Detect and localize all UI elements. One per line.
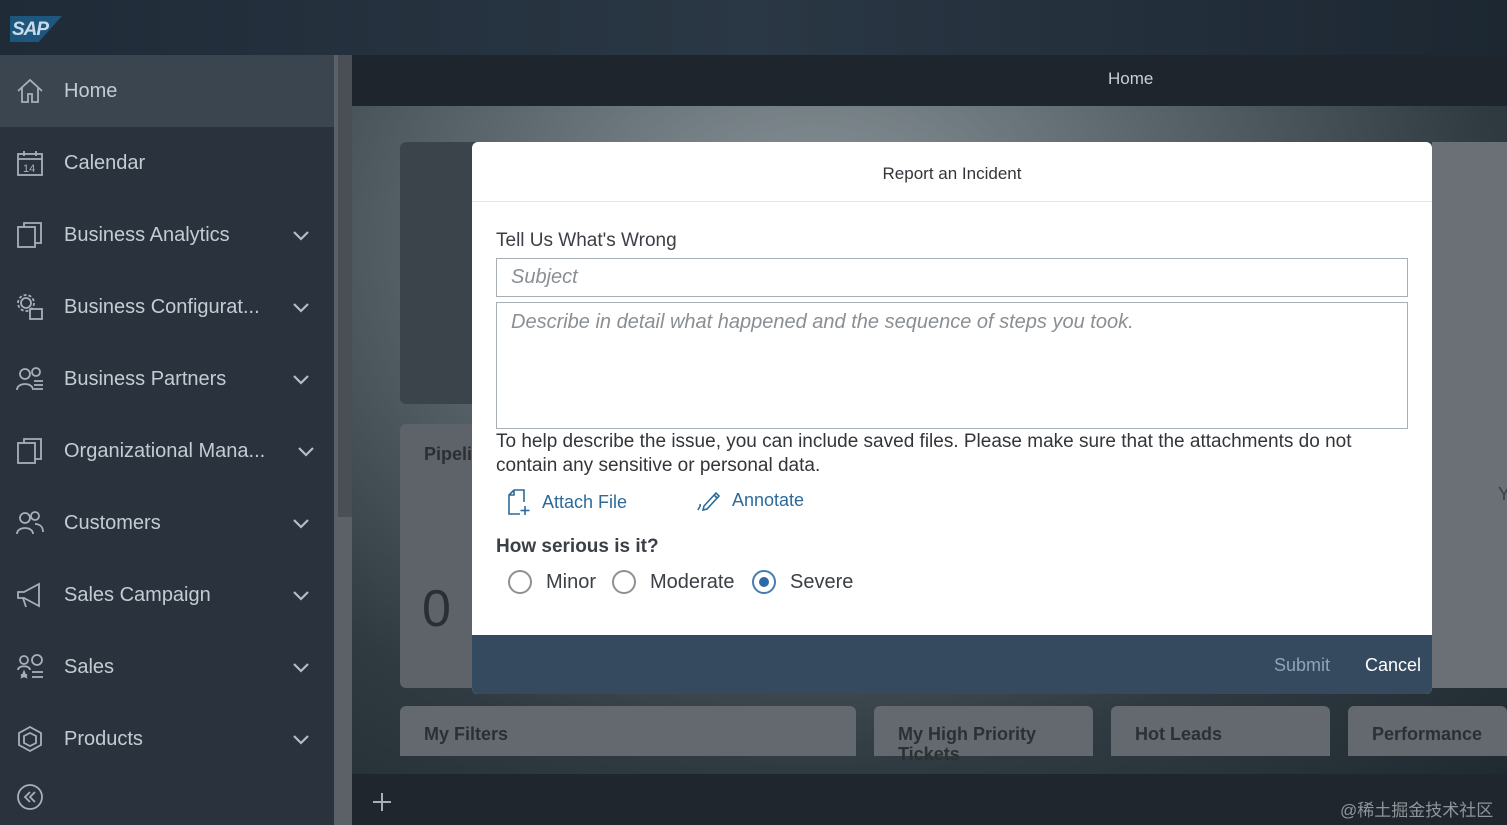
- sidebar-item-label: Sales Campaign: [64, 583, 211, 606]
- annotate-label: Annotate: [732, 489, 805, 510]
- report-incident-dialog: Report an Incident Tell Us What's Wrong …: [472, 142, 1432, 694]
- card-value: 0: [422, 580, 451, 638]
- sidebar: Home 14 Calendar Business Analytics Busi…: [0, 55, 334, 825]
- svg-text:14: 14: [23, 163, 35, 175]
- sales-icon: [15, 652, 45, 682]
- sidebar-item-calendar[interactable]: 14 Calendar: [0, 127, 334, 199]
- chevron-down-icon[interactable]: [295, 440, 317, 462]
- sidebar-item-label: Organizational Mana...: [64, 439, 266, 462]
- sidebar-item-business-analytics[interactable]: Business Analytics: [0, 199, 334, 271]
- sidebar-scrollbar[interactable]: [334, 55, 352, 825]
- sidebar-item-label: Business Configurat...: [64, 295, 260, 318]
- dialog-footer: Submit Cancel: [472, 635, 1432, 694]
- sidebar-item-sales-campaign[interactable]: Sales Campaign: [0, 559, 334, 631]
- sidebar-item-home[interactable]: Home: [0, 55, 334, 127]
- radio-label: Severe: [790, 570, 854, 593]
- chevron-down-icon[interactable]: [290, 368, 312, 390]
- cancel-button[interactable]: Cancel: [1365, 655, 1421, 676]
- severity-radio-minor[interactable]: Minor: [508, 570, 596, 594]
- sidebar-item-label: Home: [64, 79, 118, 102]
- add-icon[interactable]: [370, 790, 394, 814]
- radio-circle[interactable]: [508, 570, 532, 594]
- tile-performance[interactable]: Performance: [1348, 706, 1507, 756]
- sidebar-item-label: Customers: [64, 511, 161, 534]
- watermark: @稀土掘金技术社区: [1340, 801, 1494, 820]
- chevron-down-icon[interactable]: [290, 512, 312, 534]
- scrollbar-thumb[interactable]: [338, 55, 352, 517]
- radio-circle-selected[interactable]: [752, 570, 776, 594]
- dialog-title: Report an Incident: [882, 164, 1022, 183]
- settings-group-icon: [15, 292, 45, 322]
- sidebar-item-label: Products: [64, 727, 143, 750]
- annotate-link[interactable]: Annotate: [696, 488, 804, 512]
- sidebar-item-label: Sales: [64, 655, 115, 678]
- sidebar-item-customers[interactable]: Customers: [0, 487, 334, 559]
- megaphone-icon: [15, 580, 45, 610]
- tile-title: Performance: [1372, 724, 1483, 744]
- right-card: Y: [1432, 142, 1507, 688]
- submit-button[interactable]: Submit: [1274, 655, 1330, 676]
- customers-icon: [15, 508, 45, 538]
- severity-radio-severe[interactable]: Severe: [752, 570, 853, 594]
- copy-icon: [15, 220, 45, 250]
- severity-label: How serious is it?: [496, 536, 659, 557]
- tile-title: My Filters: [424, 724, 509, 744]
- sap-logo[interactable]: SAP: [10, 16, 62, 42]
- sidebar-item-business-partners[interactable]: Business Partners: [0, 343, 334, 415]
- shell-header: [352, 55, 1507, 106]
- sidebar-item-products[interactable]: Products: [0, 703, 334, 775]
- attach-file-icon: [508, 489, 530, 515]
- description-textarea[interactable]: [496, 302, 1408, 429]
- tile-title: Hot Leads: [1135, 724, 1223, 744]
- partners-icon: [15, 364, 45, 394]
- dialog-header: Report an Incident: [472, 142, 1432, 202]
- radio-label: Moderate: [650, 570, 735, 593]
- sidebar-item-label: Business Partners: [64, 367, 227, 390]
- sidebar-item-business-configuration[interactable]: Business Configurat...: [0, 271, 334, 343]
- chevron-down-icon[interactable]: [290, 656, 312, 678]
- calendar-icon: 14: [15, 148, 45, 178]
- help-text: To help describe the issue, you can incl…: [496, 431, 1352, 476]
- field-label: Tell Us What's Wrong: [496, 230, 677, 251]
- sidebar-item-sales[interactable]: Sales: [0, 631, 334, 703]
- card-title: Pipeli: [424, 444, 473, 464]
- radio-circle[interactable]: [612, 570, 636, 594]
- sidebar-item-label: Calendar: [64, 151, 146, 174]
- pencil-icon: [697, 491, 721, 512]
- tile-title: My High Priority Tickets: [898, 724, 1037, 764]
- tile-high-priority-tickets[interactable]: My High Priority Tickets: [874, 706, 1093, 764]
- attach-file-link[interactable]: Attach File: [506, 488, 627, 516]
- severity-radio-moderate[interactable]: Moderate: [612, 570, 735, 594]
- product-icon: [15, 724, 45, 754]
- subject-input[interactable]: [496, 258, 1408, 297]
- sidebar-item-organizational-management[interactable]: Organizational Mana...: [0, 415, 334, 487]
- logo-text: SAP: [12, 19, 49, 40]
- bottom-bar: [352, 774, 1507, 825]
- top-bar: SAP: [0, 0, 1507, 55]
- chevron-down-icon[interactable]: [290, 584, 312, 606]
- card-fragment: Y: [1498, 484, 1507, 504]
- home-icon: [15, 76, 45, 106]
- copy-icon: [15, 436, 45, 466]
- tile-my-filters[interactable]: My Filters: [400, 706, 856, 756]
- radio-label: Minor: [546, 570, 597, 593]
- chevron-down-icon[interactable]: [290, 224, 312, 246]
- sidebar-item-label: Business Analytics: [64, 223, 230, 246]
- tile-hot-leads[interactable]: Hot Leads: [1111, 706, 1330, 756]
- collapse-sidebar-icon[interactable]: [16, 783, 44, 811]
- attach-file-label: Attach File: [542, 491, 628, 512]
- chevron-down-icon[interactable]: [290, 296, 312, 318]
- chevron-down-icon[interactable]: [290, 728, 312, 750]
- page-title: Home: [1108, 69, 1154, 88]
